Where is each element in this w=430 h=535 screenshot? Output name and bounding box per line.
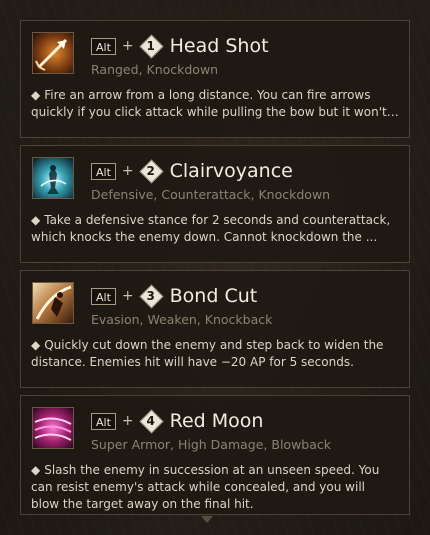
skill-description: ◆ Quickly cut down the enemy and step bac… [31, 337, 399, 371]
key-combo: Alt + 1 Head Shot [91, 34, 269, 59]
mouse-button-badge: 3 [139, 284, 164, 309]
skill-tags: Defensive, Counterattack, Knockdown [91, 187, 331, 202]
alt-key: Alt [91, 412, 116, 430]
key-combo: Alt + 4 Red Moon [91, 409, 264, 434]
description-line: Take a defensive stance for 2 seconds an… [44, 213, 391, 227]
plus-sign: + [121, 38, 134, 54]
scroll-down-icon[interactable] [201, 516, 213, 524]
skill-name: Head Shot [169, 35, 269, 57]
key-combo: Alt + 2 Clairvoyance [91, 159, 293, 184]
mouse-button-badge: 1 [139, 34, 164, 59]
red-moon-skill-icon [32, 407, 74, 449]
skill-card-red-moon[interactable]: Alt + 4 Red Moon Super Armor, High Damag… [20, 395, 410, 515]
arrow-skill-icon [32, 32, 74, 74]
plus-sign: + [121, 163, 134, 179]
skill-name: Clairvoyance [169, 160, 293, 182]
alt-key: Alt [91, 162, 116, 180]
mouse-button-number: 1 [146, 39, 155, 53]
skill-description: ◆ Take a defensive stance for 2 seconds a… [31, 212, 399, 246]
skill-name: Red Moon [169, 410, 264, 432]
description-line: blow the target away on the final hit. [31, 497, 254, 511]
skill-tags: Super Armor, High Damage, Blowback [91, 437, 331, 452]
mouse-button-number: 3 [146, 289, 155, 303]
mouse-button-badge: 4 [139, 409, 164, 434]
skill-name: Bond Cut [169, 285, 258, 307]
mouse-button-number: 4 [146, 414, 155, 428]
mouse-button-badge: 2 [139, 159, 164, 184]
bullet-icon: ◆ [31, 463, 41, 477]
key-combo: Alt + 3 Bond Cut [91, 284, 258, 309]
slash-skill-icon [32, 282, 74, 324]
description-line: distance. Enemies hit will have −20 AP f… [31, 355, 354, 369]
alt-key: Alt [91, 37, 116, 55]
description-line: quickly if you click attack while pullin… [31, 105, 399, 119]
skill-card-bond-cut[interactable]: Alt + 3 Bond Cut Evasion, Weaken, Knockb… [20, 270, 410, 388]
bullet-icon: ◆ [31, 88, 41, 102]
plus-sign: + [121, 413, 134, 429]
alt-key: Alt [91, 287, 116, 305]
skill-description: ◆ Slash the enemy in succession at an uns… [31, 462, 399, 513]
plus-sign: + [121, 288, 134, 304]
bullet-icon: ◆ [31, 213, 41, 227]
description-line: can resist enemy's attack while conceale… [31, 480, 365, 494]
bullet-icon: ◆ [31, 338, 41, 352]
skill-card-clairvoyance[interactable]: Alt + 2 Clairvoyance Defensive, Countera… [20, 145, 410, 263]
skill-card-head-shot[interactable]: Alt + 1 Head Shot Ranged, Knockdown ◆ Fir… [20, 20, 410, 138]
mouse-button-number: 2 [146, 164, 155, 178]
description-line: Slash the enemy in succession at an unse… [44, 463, 380, 477]
stance-skill-icon [32, 157, 74, 199]
skill-tags: Ranged, Knockdown [91, 62, 219, 77]
skill-tags: Evasion, Weaken, Knockback [91, 312, 273, 327]
description-line: Quickly cut down the enemy and step back… [44, 338, 384, 352]
description-line: which knocks the enemy down. Cannot knoc… [31, 230, 378, 244]
description-line: Fire an arrow from a long distance. You … [44, 88, 371, 102]
skill-description: ◆ Fire an arrow from a long distance. You… [31, 87, 399, 121]
